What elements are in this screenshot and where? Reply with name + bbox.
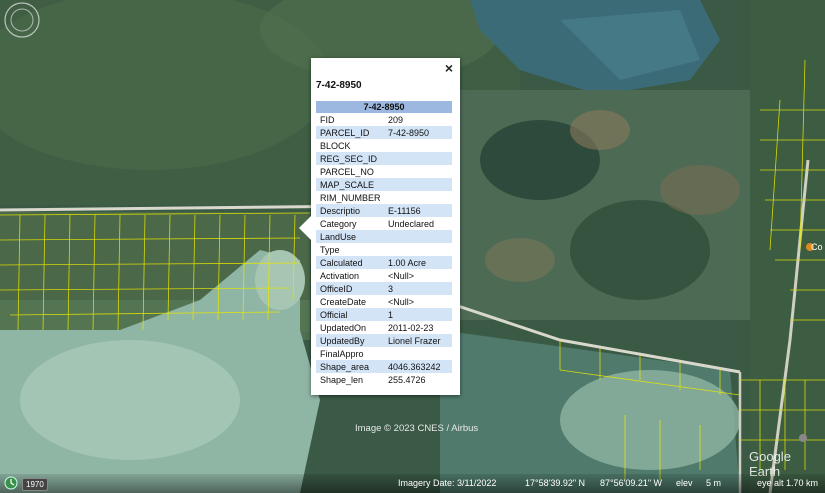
historical-imagery-icon[interactable] [4, 476, 18, 490]
status-bar: 1970 Imagery Date: 3/11/2022 17°58'39.92… [0, 474, 825, 493]
table-row: Shape_area 4046.363242 [316, 360, 452, 373]
table-row: LandUse [316, 230, 452, 243]
table-row: Type [320, 244, 340, 255]
table-row: FinalAppro [320, 348, 364, 359]
table-row: BLOCK [320, 140, 351, 151]
table-row: CreateDate <Null> [320, 296, 415, 307]
table-row: OfficeID 3 [316, 282, 452, 295]
table-row: Calculated 1.00 Acre [316, 256, 452, 269]
table-row: FID 209 [320, 114, 404, 125]
table-row: PARCEL_ID 7-42-8950 [316, 126, 452, 139]
elevation-value: 5 m [706, 478, 722, 488]
table-row: REG_SEC_ID [316, 152, 452, 165]
close-icon[interactable]: × [445, 60, 453, 76]
table-row: UpdatedBy Lionel Frazer [316, 334, 452, 347]
table-row: Shape_len 255.4726 [320, 374, 426, 385]
longitude-readout: 87°56'09.21" W [600, 478, 663, 488]
table-row: Official 1 [316, 308, 452, 321]
attribute-table-header: 7-42-8950 [316, 101, 452, 113]
table-row: PARCEL_NO [320, 166, 374, 177]
imagery-copyright: Image © 2023 CNES / Airbus [355, 423, 479, 434]
eye-altitude: eye alt 1.70 km [757, 478, 819, 488]
year-badge[interactable]: 1970 [22, 478, 48, 491]
elevation-label: elev [676, 478, 693, 488]
attribute-table: 7-42-8950 FID 209 PARCEL_ID 7-42-8950 BLOC… [316, 101, 452, 386]
table-row: UpdatedOn 2011-02-23 [320, 322, 434, 333]
popup-title: 7-42-8950 [316, 80, 362, 91]
popup-pointer [299, 216, 311, 240]
table-row: Category Undeclared [320, 218, 435, 229]
table-row: MAP_SCALE [316, 178, 452, 191]
poi-label[interactable]: Co [811, 242, 823, 252]
latitude-readout: 17°58'39.92" N [525, 478, 586, 488]
imagery-date: Imagery Date: 3/11/2022 [398, 478, 497, 488]
table-row: Descriptio E-11156 [316, 204, 452, 217]
compass-icon[interactable] [0, 0, 41, 41]
table-row: Activation <Null> [320, 270, 415, 281]
table-row: RIM_NUMBER [320, 192, 381, 203]
feature-info-popup: × 7-42-8950 7-42-8950 FID 209 PARCEL_ID 7-… [299, 58, 460, 395]
